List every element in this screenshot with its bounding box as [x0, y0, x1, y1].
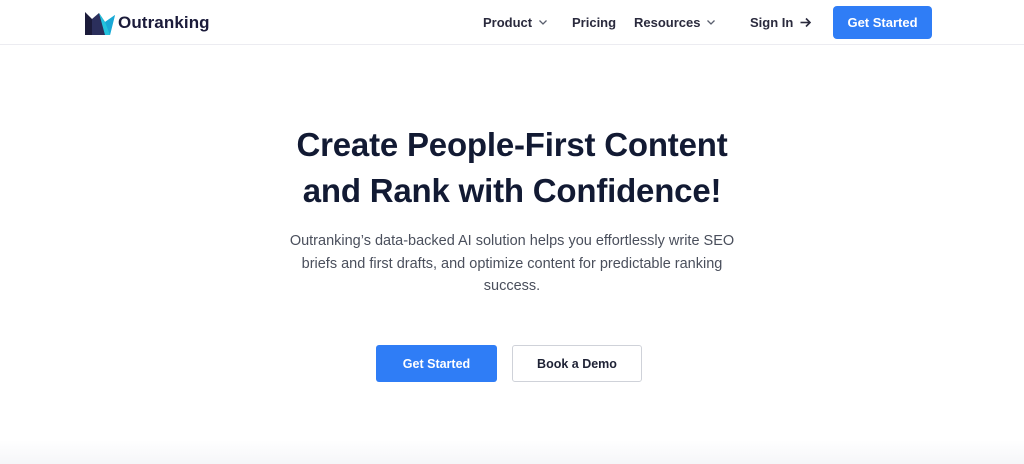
nav-pricing-label: Pricing — [572, 14, 617, 30]
outranking-logo-icon — [85, 12, 115, 35]
nav-resources[interactable]: Resources — [634, 13, 716, 31]
brand-logo[interactable]: Outranking — [84, 9, 210, 37]
book-demo-button[interactable]: Book a Demo — [512, 345, 642, 382]
hero-title-line-1: Create People-First Content — [296, 126, 728, 163]
sign-in-label: Sign In — [750, 14, 794, 30]
chevron-down-icon — [707, 20, 716, 25]
hero-title-line-2: and Rank with Confidence! — [302, 172, 722, 209]
sign-in-link[interactable]: Sign In — [750, 13, 812, 31]
brand-name: Outranking — [118, 13, 210, 32]
header-get-started-button[interactable]: Get Started — [833, 6, 932, 39]
arrow-right-icon — [800, 17, 812, 27]
site-header: Outranking Product Pricing Resources Sig… — [0, 0, 1024, 45]
nav-product[interactable]: Product — [483, 13, 548, 31]
chevron-down-icon — [539, 20, 548, 25]
hero-title: Create People-First Content and Rank wit… — [0, 122, 1024, 214]
page: Outranking Product Pricing Resources Sig… — [0, 0, 1024, 464]
hero-get-started-button[interactable]: Get Started — [376, 345, 497, 382]
nav-resources-label: Resources — [634, 14, 701, 30]
section-fade — [0, 440, 1024, 464]
hero-subtitle: Outranking’s data-backed AI solution hel… — [289, 233, 735, 294]
nav-pricing[interactable]: Pricing — [572, 13, 616, 31]
nav-product-label: Product — [483, 14, 533, 30]
